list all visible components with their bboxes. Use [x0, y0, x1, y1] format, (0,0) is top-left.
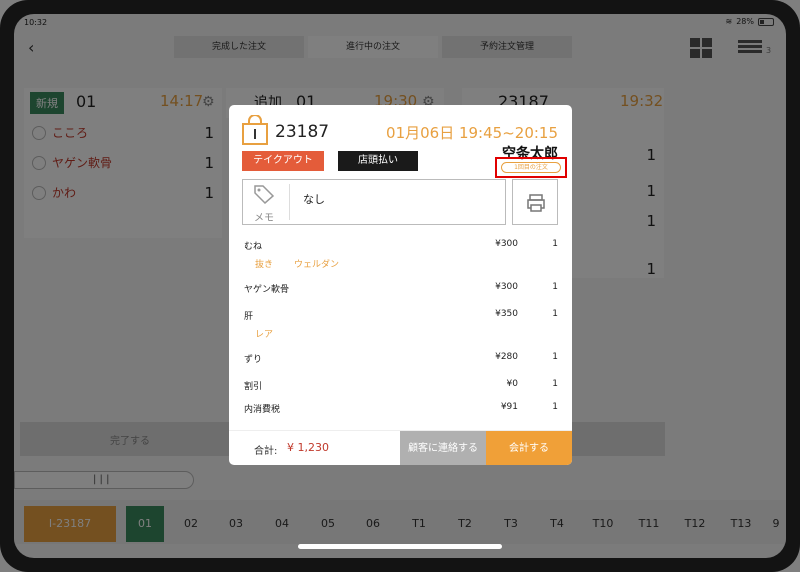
print-button[interactable] — [512, 179, 558, 225]
pickup-time-slot: 01月06日 19:45~20:15 — [386, 124, 558, 142]
order-line: 内消費税 ¥91 1 — [244, 402, 558, 415]
order-lines: むね ¥300 1 抜き ウェルダン ヤゲン軟骨 ¥300 1 肝 ¥350 1 レア ずり ¥… — [244, 237, 558, 420]
order-line: ずり ¥280 1 — [244, 352, 558, 365]
contact-customer-button[interactable]: 顧客に連絡する — [400, 431, 486, 465]
order-line: ヤゲン軟骨 ¥300 1 — [244, 282, 558, 295]
printer-icon — [527, 194, 545, 212]
total-value: ¥ 1,230 — [287, 441, 329, 454]
tag-icon — [254, 185, 275, 204]
memo-text: なし — [303, 193, 325, 206]
shopping-bag-icon — [242, 115, 268, 145]
home-indicator[interactable] — [298, 544, 502, 549]
takeout-tag: テイクアウト — [242, 151, 324, 171]
order-line: 肝 ¥350 1 — [244, 309, 558, 322]
total-label: 合計: — [254, 446, 278, 457]
payment-method-tag: 店頭払い — [338, 151, 418, 171]
memo-label: メモ — [254, 213, 274, 224]
order-line: むね ¥300 1 — [244, 239, 558, 252]
order-detail-modal: 23187 01月06日 19:45~20:15 空条太郎 テイクアウト 店頭払… — [229, 105, 572, 465]
checkout-button[interactable]: 会計する — [486, 431, 572, 465]
memo-divider — [289, 184, 290, 220]
line-modifiers: レア — [255, 330, 274, 340]
first-order-highlight: 1回目の注文 — [495, 157, 567, 178]
order-line: 割引 ¥0 1 — [244, 379, 558, 392]
line-modifiers: 抜き ウェルダン — [255, 260, 340, 270]
first-order-badge: 1回目の注文 — [501, 162, 561, 173]
order-number: 23187 — [275, 122, 330, 142]
memo-box[interactable]: メモ なし — [242, 179, 506, 225]
modal-footer: 合計: ¥ 1,230 顧客に連絡する 会計する — [229, 430, 572, 465]
